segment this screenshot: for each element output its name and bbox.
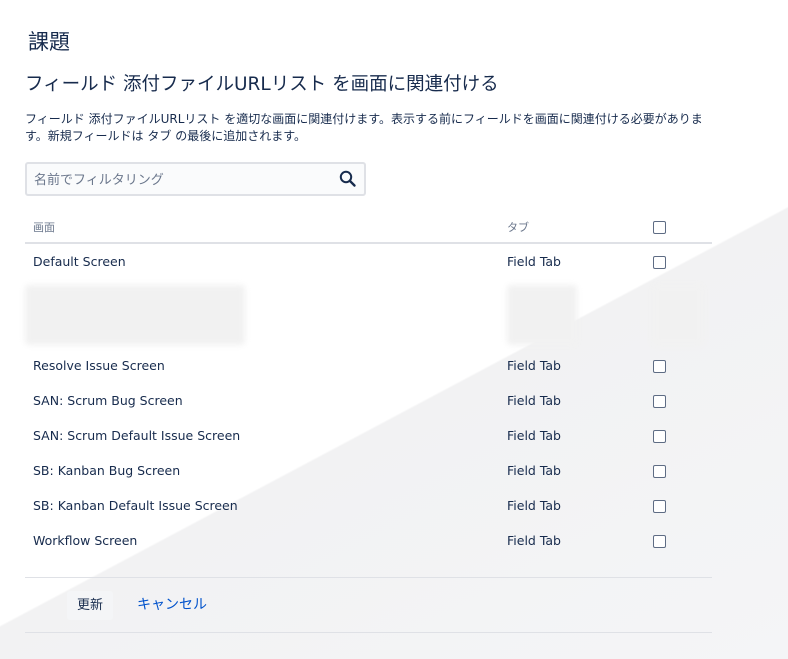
section-title: 課題 — [28, 30, 70, 54]
screen-name: SB: Kanban Default Issue Screen — [33, 498, 238, 513]
row-checkbox[interactable] — [653, 395, 666, 408]
screen-name: SAN: Scrum Default Issue Screen — [33, 428, 241, 443]
divider — [25, 577, 712, 578]
table-row: Default Screen Field Tab — [25, 243, 712, 278]
column-header-screen: 画面 — [25, 212, 507, 244]
select-all-checkbox[interactable] — [653, 220, 666, 234]
tab-name: Field Tab — [507, 463, 561, 478]
column-header-tab: タブ — [507, 212, 653, 244]
filter-input[interactable] — [34, 170, 334, 190]
redacted-content — [507, 285, 577, 345]
table-header-row: 画面 タブ — [25, 212, 712, 244]
tab-name: Field Tab — [507, 393, 561, 408]
row-checkbox[interactable] — [653, 535, 666, 548]
row-checkbox[interactable] — [653, 360, 666, 373]
divider — [25, 632, 712, 633]
row-checkbox[interactable] — [653, 255, 666, 269]
tab-name: Field Tab — [507, 253, 561, 269]
screen-name: SAN: Scrum Bug Screen — [33, 393, 183, 408]
tab-name: Field Tab — [507, 533, 561, 548]
screens-table: 画面 タブ Default Screen Field Tab Resolve I… — [25, 212, 712, 558]
table-row: Workflow Screen Field Tab — [25, 523, 712, 558]
table-row: Resolve Issue Screen Field Tab — [25, 348, 712, 383]
table-row: SB: Kanban Default Issue Screen Field Ta… — [25, 488, 712, 523]
redacted-rows — [25, 278, 712, 348]
table-row: SB: Kanban Bug Screen Field Tab — [25, 453, 712, 488]
screen-name: SB: Kanban Bug Screen — [33, 463, 181, 478]
row-checkbox[interactable] — [653, 430, 666, 443]
page-description: フィールド 添付ファイルURLリスト を適切な画面に関連付けます。表示する前にフ… — [25, 112, 703, 143]
filter-box — [25, 162, 366, 196]
select-all-cell — [653, 212, 712, 244]
tab-name: Field Tab — [507, 428, 561, 443]
tab-name: Field Tab — [507, 498, 561, 513]
cancel-link[interactable]: キャンセル — [137, 591, 207, 620]
screen-name: Resolve Issue Screen — [33, 358, 165, 373]
update-button[interactable]: 更新 — [67, 591, 113, 620]
table-row: SAN: Scrum Default Issue Screen Field Ta… — [25, 418, 712, 453]
search-icon[interactable] — [338, 169, 358, 189]
row-checkbox[interactable] — [653, 465, 666, 478]
tab-name: Field Tab — [507, 358, 561, 373]
row-checkbox[interactable] — [653, 500, 666, 513]
page-title: フィールド 添付ファイルURLリスト を画面に関連付ける — [25, 74, 499, 95]
table-row: SAN: Scrum Bug Screen Field Tab — [25, 383, 712, 418]
screen-name: Workflow Screen — [33, 533, 138, 548]
field-screen-association-page: 課題 フィールド 添付ファイルURLリスト を画面に関連付ける フィールド 添付… — [0, 0, 788, 659]
redacted-content — [653, 285, 703, 345]
redacted-content — [25, 285, 245, 345]
screen-name: Default Screen — [33, 253, 126, 269]
